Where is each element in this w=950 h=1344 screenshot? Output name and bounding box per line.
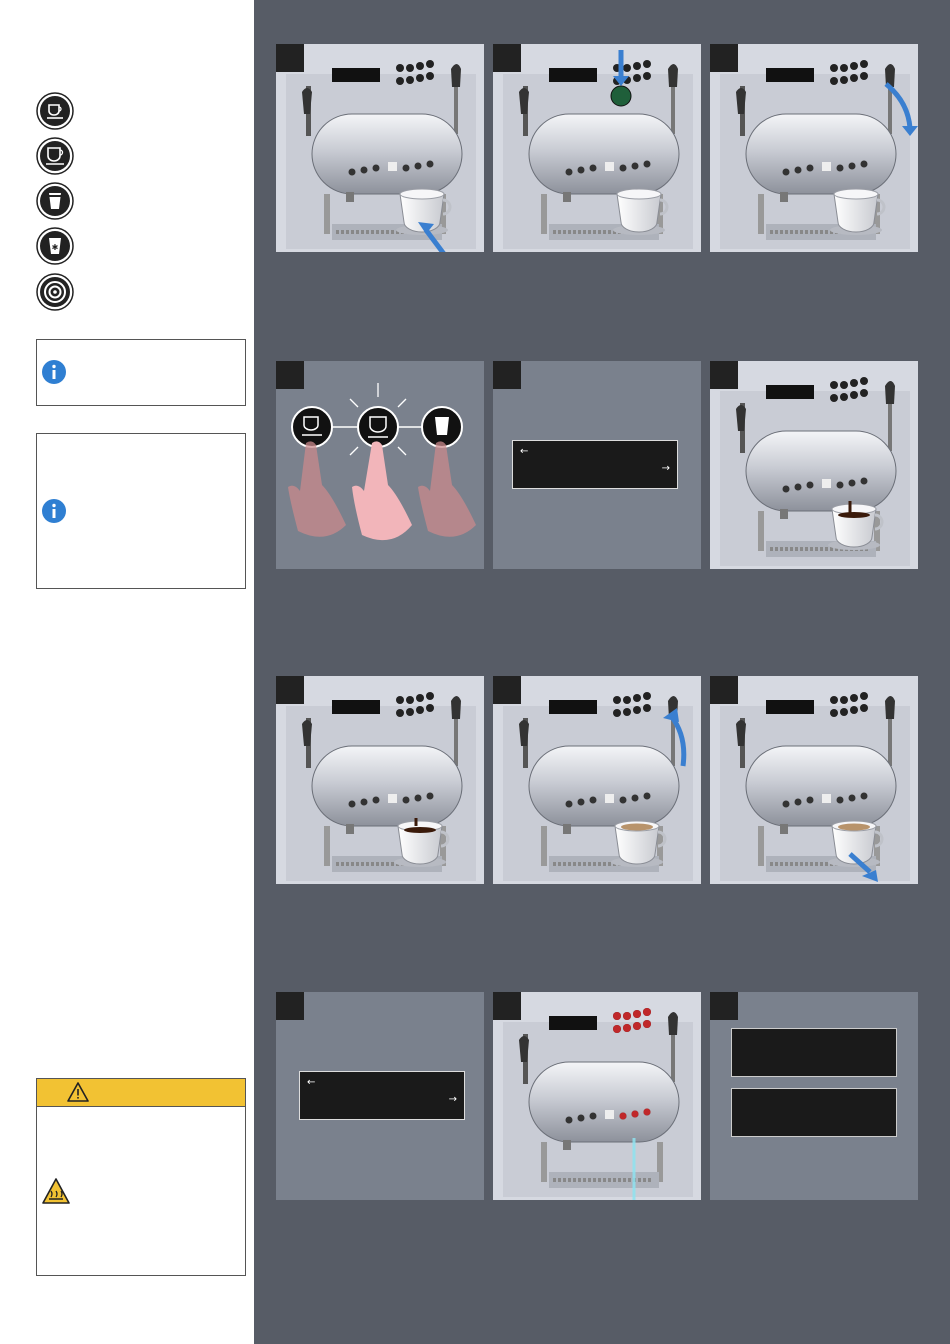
step-badge: 9 [710,676,738,704]
info-icon [41,359,67,385]
step-badge: 3 [710,44,738,72]
lungo-cup-icon [36,182,74,220]
step-badge: 12 [710,992,738,1020]
info-note-1 [36,339,246,406]
step-badge: 1 [276,44,304,72]
espresso-cup-icon [36,137,74,175]
step-badge: 6 [710,361,738,389]
display-right-arrow: → [448,1094,457,1105]
info-icon [41,498,67,524]
step-6-panel: 6 [710,361,918,569]
step-badge: 7 [276,676,304,704]
step-5-panel: ← → 5 [493,361,701,569]
info-note-2 [36,433,246,589]
hot-surface-icon [42,1178,70,1209]
ristretto-cup-icon [36,92,74,130]
warning-triangle-icon [67,1082,89,1102]
machine-display: ← → [512,440,678,489]
caution-header [37,1079,245,1107]
hot-water-cup-icon: ✱ [36,227,74,265]
step-11-panel: 11 [493,992,701,1200]
caution-box [36,1078,246,1276]
step-badge: 11 [493,992,521,1020]
left-sidebar: ✱ [0,0,254,1344]
step-12-panel: 12 [710,992,918,1200]
step-badge: 8 [493,676,521,704]
svg-text:✱: ✱ [52,243,59,252]
step-1-panel: 1 [276,44,484,252]
step-3-panel: 3 [710,44,918,252]
display-right-arrow: → [661,463,670,474]
step-badge: 4 [276,361,304,389]
step-badge: 10 [276,992,304,1020]
step-4-panel: 4 [276,361,484,569]
display-screen-top [731,1028,897,1077]
step-10-panel: ← → 10 [276,992,484,1200]
step-9-panel: 9 [710,676,918,884]
display-screen-bottom [731,1088,897,1137]
step-badge: 5 [493,361,521,389]
step-2-panel: 2 [493,44,701,252]
step-badge: 2 [493,44,521,72]
display-left-arrow: ← [307,1077,316,1088]
step-8-panel: 8 [493,676,701,884]
display-left-arrow: ← [520,446,529,457]
machine-display: ← → [299,1071,465,1120]
steam-target-icon [36,273,74,311]
step-7-panel: 7 [276,676,484,884]
